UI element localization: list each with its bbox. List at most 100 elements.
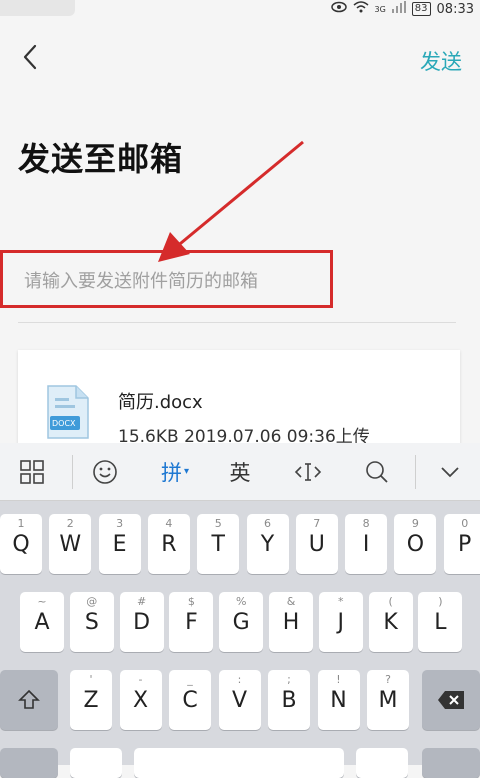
key-symbol-label: 5	[214, 517, 222, 530]
key-symbol-label: )	[438, 595, 443, 608]
key-letter-label: N	[330, 688, 347, 713]
key-letter-label: T	[211, 532, 225, 557]
hide-keyboard-chevron-down-icon[interactable]	[424, 443, 476, 500]
file-name: 简历.docx	[118, 392, 203, 413]
search-icon[interactable]	[352, 443, 402, 500]
divider	[18, 322, 456, 323]
grid-menu-icon[interactable]	[6, 443, 58, 500]
key-letter-label: S	[84, 610, 99, 635]
key-symbol-label: _	[187, 673, 193, 686]
key-w[interactable]: 2W	[49, 514, 92, 574]
key-letter-label: R	[161, 532, 177, 557]
key-symbol-label: ;	[287, 673, 291, 686]
emoji-icon[interactable]	[80, 443, 130, 500]
network-type: 3G	[374, 4, 386, 14]
key-z[interactable]: ' Z	[70, 670, 112, 730]
key-s[interactable]: @ S	[69, 592, 114, 652]
key-letter-label: H	[282, 610, 300, 635]
key-y[interactable]: 6Y	[246, 514, 289, 574]
bottom-row-key[interactable]	[422, 748, 480, 778]
backspace-icon	[438, 691, 464, 709]
bottom-row-key[interactable]	[70, 748, 122, 778]
key-e[interactable]: 3E	[98, 514, 141, 574]
key-symbol-label: *	[338, 595, 344, 608]
key-c[interactable]: _ C	[169, 670, 211, 730]
eye-icon	[330, 1, 347, 17]
key-symbol-label: 9	[411, 517, 419, 530]
status-icons: 3G 83 08:33	[330, 0, 474, 18]
wifi-icon	[353, 1, 369, 17]
key-j[interactable]: * J	[318, 592, 363, 652]
key-x[interactable]: -X	[119, 670, 162, 730]
key-symbol-label: 8	[362, 517, 370, 530]
key-k[interactable]: (K	[368, 592, 413, 652]
caret-down-icon: ▾	[183, 466, 190, 477]
key-symbol-label: (	[388, 595, 393, 608]
back-button[interactable]	[16, 40, 46, 74]
key-symbol-label: ?	[385, 673, 391, 686]
key-g[interactable]: % G	[219, 592, 264, 652]
key-letter-label: D	[133, 610, 151, 635]
key-symbol-label: 4	[165, 517, 173, 530]
key-d[interactable]: # D	[119, 592, 164, 652]
space-key[interactable]	[134, 748, 344, 778]
status-bar: 3G 83 08:33	[0, 0, 480, 18]
cursor-move-icon[interactable]	[283, 443, 333, 500]
chevron-left-icon	[23, 44, 37, 70]
key-letter-label: V	[231, 688, 248, 713]
key-symbol-label: $	[187, 595, 195, 608]
key-p[interactable]: 0P	[443, 514, 480, 574]
toolbar-divider	[72, 455, 73, 489]
key-b[interactable]: ; B	[268, 670, 310, 730]
key-l[interactable]: ) L	[418, 592, 463, 652]
key-h[interactable]: & H	[269, 592, 313, 652]
key-o[interactable]: 9O	[394, 514, 437, 574]
key-a[interactable]: ~ A	[20, 592, 64, 652]
battery-indicator: 83	[411, 2, 431, 16]
key-symbol-label: 0	[461, 517, 469, 530]
key-q[interactable]: 1Q	[0, 514, 42, 574]
key-letter-label: X	[132, 688, 149, 713]
keyboard-toolbar: 拼 ▾ 英	[0, 443, 480, 501]
key-symbol-label: ~	[37, 595, 47, 608]
shift-key[interactable]	[0, 670, 58, 730]
key-u[interactable]: 7U	[295, 514, 338, 574]
key-letter-label: A	[34, 610, 50, 635]
key-letter-label: C	[182, 688, 198, 713]
email-input[interactable]	[24, 266, 444, 296]
key-symbol-label: 7	[313, 517, 321, 530]
notification-area	[0, 0, 75, 16]
key-v[interactable]: :V	[218, 670, 261, 730]
key-symbol-label: 6	[264, 517, 271, 530]
key-letter-label: P	[458, 532, 472, 557]
english-mode-button[interactable]: 英	[215, 443, 265, 500]
send-button[interactable]: 发送	[420, 46, 462, 76]
key-symbol-label: -	[138, 673, 143, 686]
key-f[interactable]: $ F	[169, 592, 214, 652]
pinyin-mode-button[interactable]: 拼 ▾	[150, 443, 200, 500]
key-i[interactable]: 8I	[345, 514, 388, 574]
key-symbol-label: :	[237, 673, 242, 686]
key-r[interactable]: 4R	[147, 514, 190, 574]
key-letter-label: F	[185, 610, 198, 635]
key-letter-label: Z	[83, 688, 99, 713]
key-symbol-label: '	[89, 673, 93, 686]
clock: 08:33	[436, 1, 474, 17]
toolbar-divider	[415, 455, 416, 489]
key-letter-label: M	[378, 688, 398, 713]
key-t[interactable]: 5T	[197, 514, 240, 574]
key-symbol-label: 1	[17, 517, 25, 530]
key-symbol-label: #	[136, 595, 147, 608]
key-letter-label: O	[406, 532, 425, 557]
key-m[interactable]: ? M	[367, 670, 409, 730]
backspace-key[interactable]	[422, 670, 480, 730]
key-letter-label: I	[362, 532, 370, 557]
bottom-row-key[interactable]	[356, 748, 408, 778]
pinyin-label: 拼	[160, 460, 182, 485]
key-letter-label: Y	[260, 532, 275, 557]
key-n[interactable]: ! N	[317, 670, 360, 730]
bottom-row-key[interactable]	[0, 748, 58, 778]
signal-icon	[391, 1, 406, 17]
file-type-label: DOCX	[52, 419, 76, 428]
key-letter-label: B	[281, 688, 297, 713]
